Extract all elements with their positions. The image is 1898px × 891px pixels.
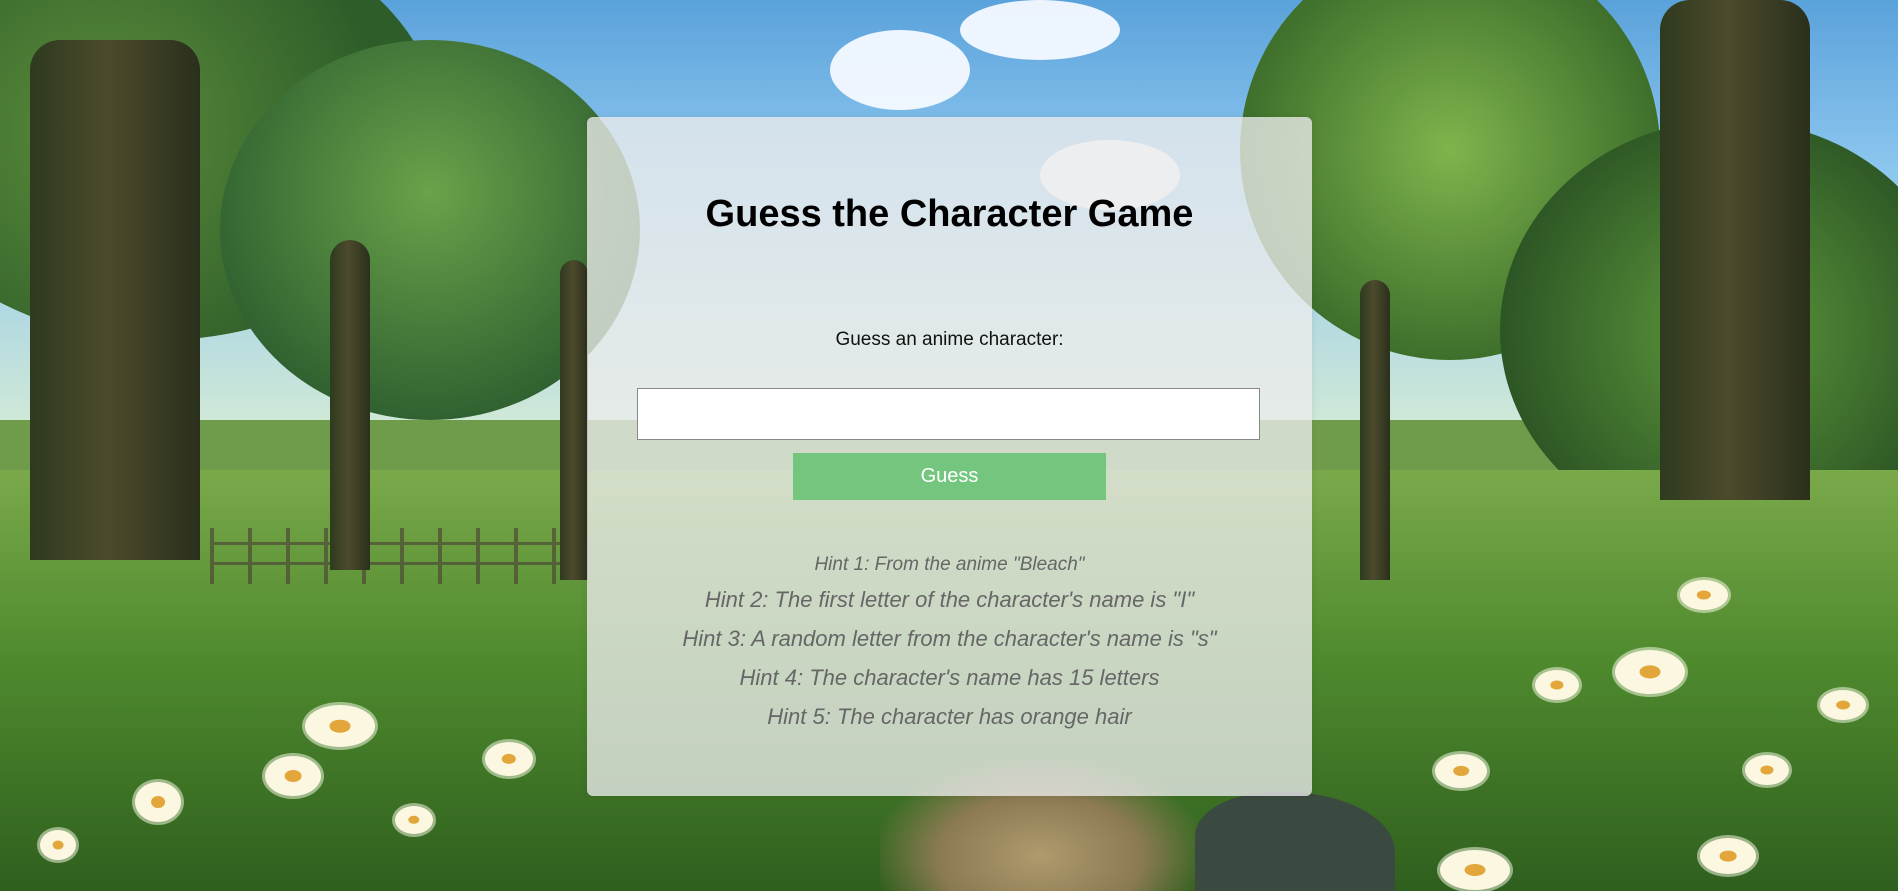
daisy <box>1440 850 1510 890</box>
daisy <box>305 705 375 747</box>
hints-list: Hint 1: From the anime "Bleach" Hint 2: … <box>587 555 1312 745</box>
daisy <box>1615 650 1685 694</box>
hint-1: Hint 1: From the anime "Bleach" <box>814 554 1085 575</box>
fence <box>210 528 580 584</box>
hint-3: Hint 3: A random letter from the charact… <box>682 626 1217 651</box>
daisy <box>40 830 76 860</box>
tree-trunk <box>330 240 370 570</box>
tree-trunk <box>30 40 200 560</box>
daisy <box>485 742 533 776</box>
guess-prompt-label: Guess an anime character: <box>835 329 1064 350</box>
hint-2: Hint 2: The first letter of the characte… <box>704 587 1195 612</box>
daisy <box>1535 670 1579 700</box>
daisy <box>1820 690 1866 720</box>
hint-4: Hint 4: The character's name has 15 lett… <box>739 665 1160 690</box>
tree-trunk <box>1360 280 1390 580</box>
page-title: Guess the Character Game <box>705 193 1194 235</box>
daisy <box>265 756 321 796</box>
daisy <box>135 782 181 822</box>
daisy <box>1745 755 1789 785</box>
daisy <box>1700 838 1756 874</box>
tree-trunk <box>1660 0 1810 500</box>
tree-trunk <box>560 260 588 580</box>
cloud <box>830 30 970 110</box>
guess-input[interactable] <box>637 388 1260 440</box>
cloud <box>960 0 1120 60</box>
hint-5: Hint 5: The character has orange hair <box>767 704 1132 729</box>
daisy <box>1680 580 1728 610</box>
daisy <box>395 806 433 834</box>
guess-button[interactable]: Guess <box>793 453 1106 500</box>
daisy <box>1435 754 1487 788</box>
game-card: Guess the Character Game Guess an anime … <box>587 117 1312 796</box>
